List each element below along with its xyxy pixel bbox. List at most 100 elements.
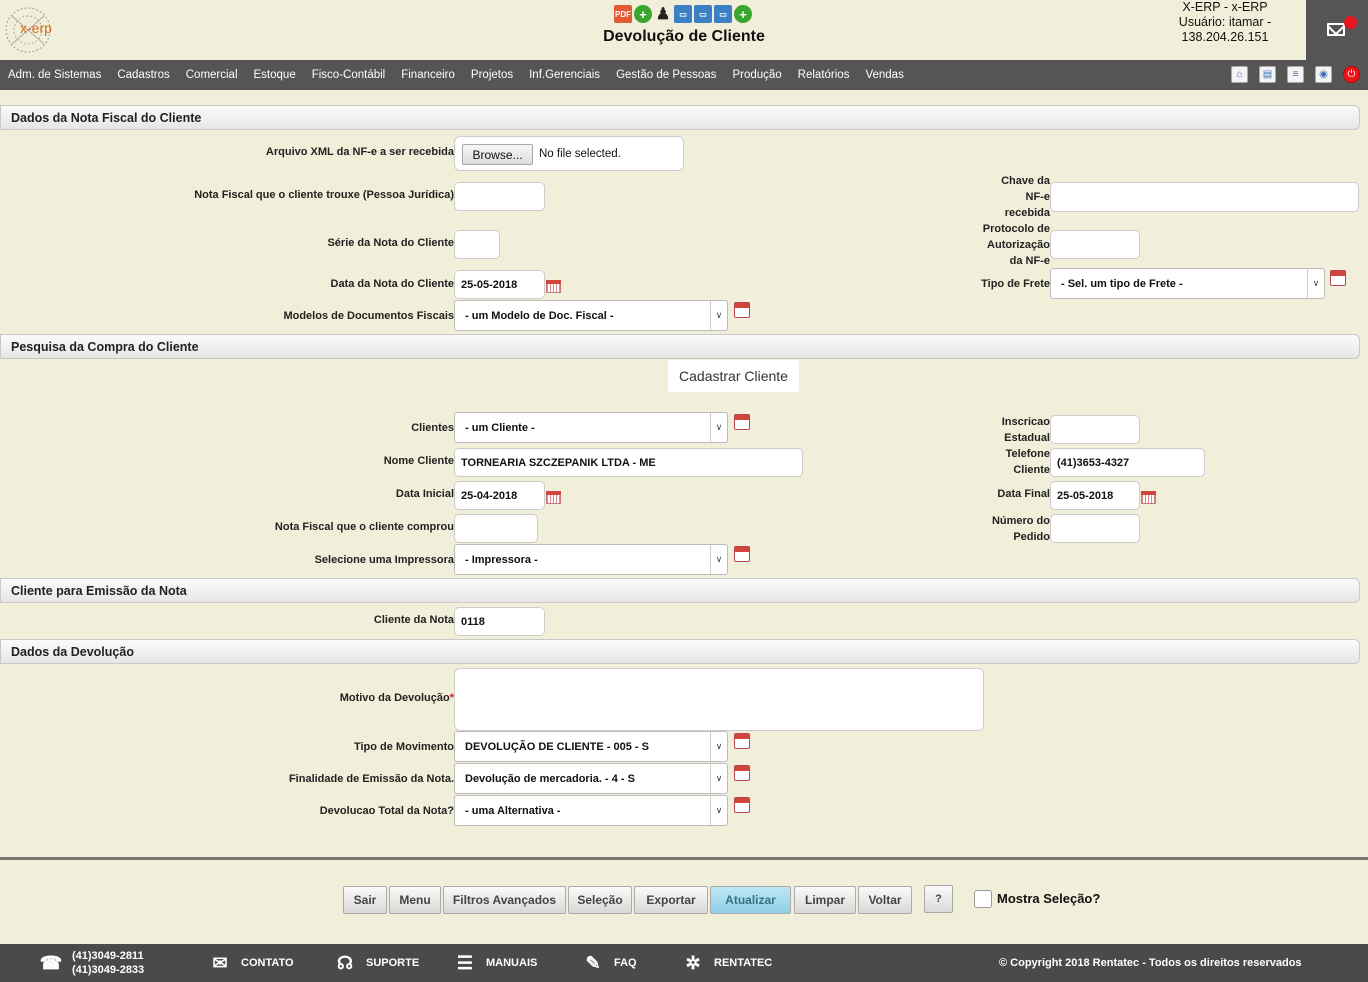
user-name: Usuário: itamar - xyxy=(1178,15,1272,29)
chevron-down-icon: ∨ xyxy=(710,764,727,793)
data-nota-input[interactable]: 25-05-2018 xyxy=(454,270,545,299)
mail-button[interactable] xyxy=(1306,0,1368,60)
menu-button[interactable]: Menu xyxy=(389,886,441,914)
data-final-input[interactable]: 25-05-2018 xyxy=(1050,481,1140,510)
devolucao-total-select[interactable]: - uma Alternativa - ∨ xyxy=(454,795,728,826)
document-icon[interactable]: ▤ xyxy=(1259,66,1276,83)
motivo-textarea[interactable] xyxy=(454,668,984,731)
card-icon-3[interactable]: ▭ xyxy=(714,5,732,23)
telefone-label-line: Cliente xyxy=(1013,464,1050,476)
telefone-input[interactable]: (41)3653-4327 xyxy=(1050,448,1205,477)
page-icon[interactable]: ≡ xyxy=(1287,66,1304,83)
impressora-selected: - Impressora - xyxy=(465,553,538,566)
power-icon[interactable]: ⏻ xyxy=(1343,66,1360,83)
footer-manuais[interactable]: ☰ MANUAIS xyxy=(452,944,537,982)
frete-select[interactable]: - Sel. um tipo de Frete - ∨ xyxy=(1050,268,1325,299)
section-nota-fiscal: Dados da Nota Fiscal do Cliente xyxy=(0,105,1360,130)
ip-address: 138.204.26.151 xyxy=(1181,30,1269,44)
nav-projetos[interactable]: Projetos xyxy=(463,69,521,81)
calendar-icon[interactable] xyxy=(1330,270,1346,286)
finalidade-select[interactable]: Devolução de mercadoria. - 4 - S ∨ xyxy=(454,763,728,794)
cliente-nota-input[interactable]: 0118 xyxy=(454,607,545,636)
calendar-icon[interactable] xyxy=(546,491,561,504)
serie-input[interactable] xyxy=(454,230,500,259)
nav-comercial[interactable]: Comercial xyxy=(178,69,246,81)
calendar-icon[interactable] xyxy=(734,302,750,318)
footer-suporte[interactable]: ☊ SUPORTE xyxy=(332,944,419,982)
calendar-icon[interactable] xyxy=(734,797,750,813)
top-header: x-erp PDF + ♟ ▭ ▭ ▭ + Devolução de Clien… xyxy=(0,0,1368,60)
nav-gestao-pessoas[interactable]: Gestão de Pessoas xyxy=(608,69,724,81)
selecao-button[interactable]: Seleção xyxy=(568,886,632,914)
data-inicial-input[interactable]: 25-04-2018 xyxy=(454,481,545,510)
nav-vendas[interactable]: Vendas xyxy=(857,69,911,81)
protocolo-label-line: Autorização xyxy=(987,239,1050,251)
help-button[interactable]: ? xyxy=(924,885,953,913)
phone-1: (41)3049-2811 xyxy=(72,950,144,962)
tipo-movimento-select[interactable]: DEVOLUÇÃO DE CLIENTE - 005 - S ∨ xyxy=(454,731,728,762)
xml-label: Arquivo XML da NF-e a ser recebida xyxy=(265,146,454,158)
nav-estoque[interactable]: Estoque xyxy=(246,69,304,81)
chevron-down-icon: ∨ xyxy=(710,732,727,761)
user-info: X-ERP - x-ERP Usuário: itamar - 138.204.… xyxy=(1140,0,1310,45)
nome-cliente-input[interactable]: TORNEARIA SZCZEPANIK LTDA - ME xyxy=(454,448,803,477)
nav-cadastros[interactable]: Cadastros xyxy=(109,69,177,81)
protocolo-label-line: da NF-e xyxy=(1009,255,1050,267)
nav-relatorios[interactable]: Relatórios xyxy=(790,69,858,81)
nav-financeiro[interactable]: Financeiro xyxy=(393,69,463,81)
calendar-icon[interactable] xyxy=(734,765,750,781)
mostra-selecao-checkbox[interactable] xyxy=(974,890,992,908)
nf-comprou-input[interactable] xyxy=(454,514,538,543)
nav-fisco-contabil[interactable]: Fisco-Contábil xyxy=(304,69,394,81)
motivo-label: Motivo da Devolução* xyxy=(100,692,454,704)
card-icon[interactable]: ▭ xyxy=(674,5,692,23)
add-icon-2[interactable]: + xyxy=(734,5,752,23)
limpar-button[interactable]: Limpar xyxy=(794,886,856,914)
nav-inf-gerenciais[interactable]: Inf.Gerenciais xyxy=(521,69,608,81)
add-icon[interactable]: + xyxy=(634,5,652,23)
books-icon: ☰ xyxy=(456,952,474,973)
cliente-nota-label: Cliente da Nota xyxy=(373,614,454,626)
protocolo-input[interactable] xyxy=(1050,230,1140,259)
xml-file-input[interactable]: Browse... No file selected. xyxy=(454,136,684,171)
filtros-avancados-button[interactable]: Filtros Avançados xyxy=(443,886,566,914)
chave-input[interactable] xyxy=(1050,182,1359,212)
motivo-label-text: Motivo da Devolução xyxy=(339,692,450,704)
clientes-select[interactable]: - um Cliente - ∨ xyxy=(454,412,728,443)
calendar-icon[interactable] xyxy=(734,546,750,562)
inscricao-label-line: Estadual xyxy=(1004,432,1050,444)
nota-trouxe-input[interactable] xyxy=(454,182,545,211)
nav-adm-sistemas[interactable]: Adm. de Sistemas xyxy=(0,69,109,81)
phone-icon: ☎ xyxy=(39,952,63,973)
user-icon[interactable]: ♟ xyxy=(654,5,672,23)
voltar-button[interactable]: Voltar xyxy=(858,886,912,914)
footer-rentatec[interactable]: ✲ RENTATEC xyxy=(680,944,772,982)
calendar-icon[interactable] xyxy=(734,733,750,749)
inscricao-input[interactable] xyxy=(1050,415,1140,444)
browse-button[interactable]: Browse... xyxy=(462,144,533,165)
impressora-select[interactable]: - Impressora - ∨ xyxy=(454,544,728,575)
exportar-button[interactable]: Exportar xyxy=(634,886,708,914)
nome-cliente-label: Nome Cliente xyxy=(383,455,454,467)
calendar-icon[interactable] xyxy=(546,280,561,293)
sair-button[interactable]: Sair xyxy=(343,886,387,914)
footer-phone: ☎ (41)3049-2811 (41)3049-2833 xyxy=(38,944,144,982)
faq-icon: ✎ xyxy=(585,952,601,973)
pdf-icon[interactable]: PDF xyxy=(614,5,632,23)
data-nota-label: Data da Nota do Cliente xyxy=(330,278,454,290)
pedido-input[interactable] xyxy=(1050,514,1140,543)
calendar-icon[interactable] xyxy=(1141,491,1156,504)
modelos-select[interactable]: - um Modelo de Doc. Fiscal - ∨ xyxy=(454,300,728,331)
data-inicial-label: Data Inicial xyxy=(395,488,454,500)
nav-producao[interactable]: Produção xyxy=(724,69,789,81)
main-nav: Adm. de Sistemas Cadastros Comercial Est… xyxy=(0,60,1368,90)
footer-contato[interactable]: ✉ CONTATO xyxy=(207,944,294,982)
home-icon[interactable]: ⌂ xyxy=(1231,66,1248,83)
contato-label: CONTATO xyxy=(241,957,294,969)
card-icon-2[interactable]: ▭ xyxy=(694,5,712,23)
atualizar-button[interactable]: Atualizar xyxy=(710,886,791,914)
globe-icon[interactable]: ◉ xyxy=(1315,66,1332,83)
cadastrar-cliente-button[interactable]: Cadastrar Cliente xyxy=(668,360,799,392)
footer-faq[interactable]: ✎ FAQ xyxy=(580,944,636,982)
calendar-icon[interactable] xyxy=(734,414,750,430)
